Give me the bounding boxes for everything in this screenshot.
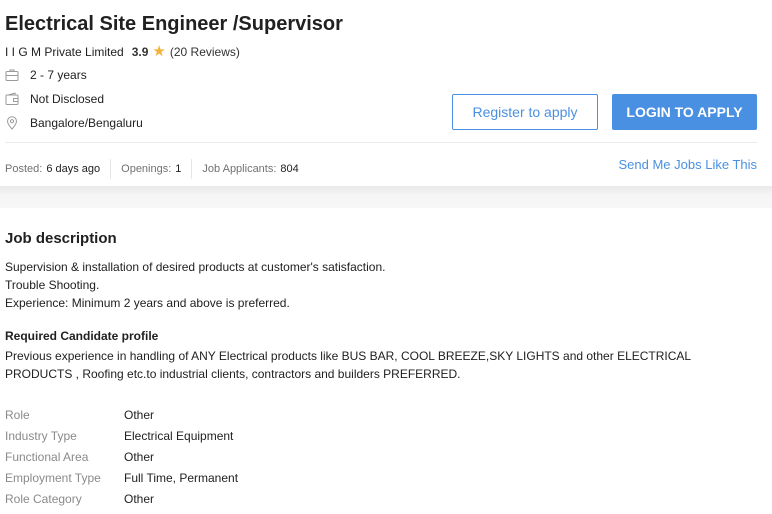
detail-row-role-category: Role Category Other xyxy=(5,488,238,509)
openings-label: Openings: xyxy=(121,163,172,175)
detail-value[interactable]: Other xyxy=(124,450,154,464)
detail-row-industry-type: Industry Type Electrical Equipment xyxy=(5,425,238,446)
company-rating: 3.9 xyxy=(131,44,149,59)
required-profile-text: Previous experience in handling of ANY E… xyxy=(5,349,691,381)
posted-label: Posted: xyxy=(5,163,43,175)
job-header-card: Electrical Site Engineer /Supervisor I I… xyxy=(0,0,772,186)
posted-value: 6 days ago xyxy=(46,163,101,175)
location-pin-icon xyxy=(5,116,19,130)
stats-divider xyxy=(191,159,193,179)
company-name[interactable]: I I G M Private Limited xyxy=(5,45,124,59)
job-description-text: Supervision & installation of desired pr… xyxy=(5,258,385,312)
detail-label: Employment Type xyxy=(5,470,101,485)
divider xyxy=(5,142,757,143)
required-profile-heading: Required Candidate profile xyxy=(5,329,159,343)
company-row: I I G M Private Limited 3.9 ★ (20 Review… xyxy=(5,44,240,59)
detail-row-employment-type: Employment Type Full Time, Permanent xyxy=(5,467,238,488)
section-separator xyxy=(0,186,772,208)
salary-value: Not Disclosed xyxy=(30,92,105,106)
experience-row: 2 - 7 years xyxy=(5,68,87,82)
description-line: Trouble Shooting. xyxy=(5,278,100,292)
login-to-apply-button[interactable]: LOGIN TO APPLY xyxy=(612,94,757,130)
detail-label: Role xyxy=(5,407,30,422)
register-to-apply-button[interactable]: Register to apply xyxy=(452,94,598,130)
reviews-link[interactable]: (20 Reviews) xyxy=(170,45,240,59)
applicants-label: Job Applicants: xyxy=(202,163,277,175)
briefcase-icon xyxy=(5,68,19,82)
detail-value[interactable]: Other xyxy=(124,492,154,506)
wallet-icon xyxy=(5,92,19,106)
job-description-card: Job description Supervision & installati… xyxy=(0,208,772,514)
applicants-value: 804 xyxy=(280,163,299,175)
job-stats: Posted: 6 days ago Openings: 1 Job Appli… xyxy=(5,159,299,179)
job-description-heading: Job description xyxy=(5,230,117,247)
detail-label: Functional Area xyxy=(5,449,89,464)
openings-value: 1 xyxy=(175,163,182,175)
salary-row: Not Disclosed xyxy=(5,92,104,106)
detail-row-role: Role Other xyxy=(5,404,238,425)
detail-value[interactable]: Other xyxy=(124,408,154,422)
experience-value: 2 - 7 years xyxy=(30,68,87,82)
description-line: Experience: Minimum 2 years and above is… xyxy=(5,296,290,310)
star-icon: ★ xyxy=(152,43,166,60)
send-me-jobs-link[interactable]: Send Me Jobs Like This xyxy=(619,157,758,172)
detail-value[interactable]: Electrical Equipment xyxy=(124,429,233,443)
detail-label: Role Category xyxy=(5,491,82,506)
detail-label: Industry Type xyxy=(5,428,77,443)
job-details-list: Role Other Industry Type Electrical Equi… xyxy=(5,404,238,509)
detail-row-functional-area: Functional Area Other xyxy=(5,446,238,467)
location-value[interactable]: Bangalore/Bengaluru xyxy=(30,116,143,130)
stats-divider xyxy=(110,159,112,179)
location-row: Bangalore/Bengaluru xyxy=(5,116,143,130)
detail-value: Full Time, Permanent xyxy=(124,470,239,485)
job-title: Electrical Site Engineer /Supervisor xyxy=(5,13,343,35)
description-line: Supervision & installation of desired pr… xyxy=(5,260,386,274)
